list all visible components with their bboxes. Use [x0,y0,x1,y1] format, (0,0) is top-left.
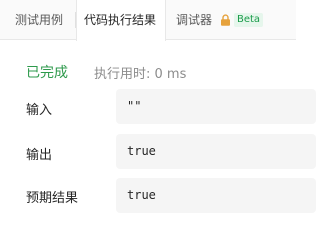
tab-code-result[interactable]: 代码执行结果 [76,0,166,41]
beta-badge: Beta [234,13,264,27]
tab-test-cases[interactable]: 测试用例 [15,0,63,40]
tab-debugger[interactable]: 调试器 [176,0,212,40]
input-label: 输入 [26,103,53,118]
expected-value: true [116,178,316,213]
runtime-text: 执行用时: 0 ms [94,67,187,82]
output-value: true [116,134,316,169]
run-status: 已完成 [26,65,68,81]
output-label: 输出 [26,148,53,163]
expected-label: 预期结果 [26,191,79,206]
input-value: "" [116,89,316,124]
lock-icon [221,14,230,26]
result-tab-bar: 测试用例 代码执行结果 调试器 Beta [0,0,296,41]
